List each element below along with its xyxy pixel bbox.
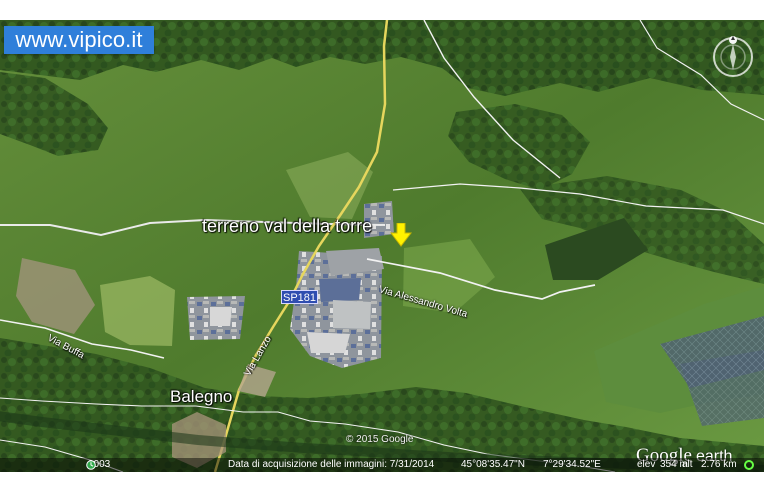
yellow-down-arrow-icon [390,223,412,247]
map-viewport[interactable]: terreno val della torre Via Buffa Via Al… [0,20,764,472]
roof-strip-4 [307,332,350,353]
satellite-map [0,20,764,472]
road-badge-sp181: SP181 [281,290,318,304]
site-watermark: www.vipico.it [4,26,154,54]
town-label: Balegno [170,387,233,406]
terrain-label: terreno val della torre [202,216,373,236]
compass-icon[interactable] [712,36,754,78]
industrial-white-roof [210,307,232,326]
roof-strip-3 [333,300,371,329]
acquisition-date: Data di acquisizione delle immagini: 7/3… [228,459,435,470]
altitude-label: alt [682,459,693,470]
clock-icon[interactable] [86,460,96,470]
google-earth-screen: terreno val della torre Via Buffa Via Al… [0,0,764,492]
copyright-label: © 2015 Google [346,434,414,445]
latitude-readout: 45°08'35.47"N [461,459,525,470]
elevation-label: elev [637,459,656,470]
status-bar: 2003 Data di acquisizione delle immagini… [0,458,764,472]
green-ring-icon[interactable] [744,460,754,470]
roof-strip-2 [319,278,361,302]
bottom-white-margin [0,472,764,492]
longitude-readout: 7°29'34.52"E [543,459,601,470]
altitude-value: 2.76 km [701,459,737,470]
